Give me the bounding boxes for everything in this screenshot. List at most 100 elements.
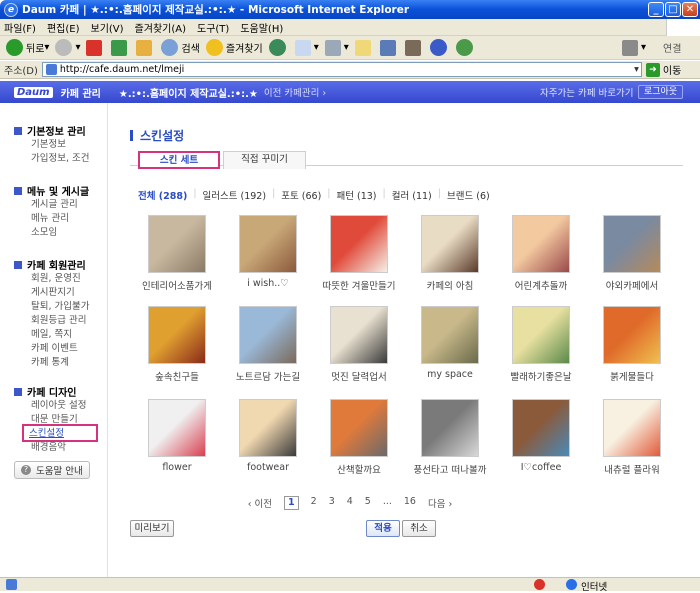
research-button[interactable]	[404, 39, 424, 56]
favorites-button[interactable]: 즐겨찾기	[205, 39, 263, 56]
pager-prev[interactable]: ‹ 이전	[248, 496, 272, 510]
skin-item[interactable]: 산책할까요	[313, 399, 405, 476]
print-button[interactable]: ▾	[324, 39, 349, 56]
skin-item[interactable]: 야외카페에서	[586, 215, 678, 292]
category-brand[interactable]: 브랜드 (6)	[447, 188, 490, 202]
home-button[interactable]	[136, 39, 155, 56]
cancel-button[interactable]: 취소	[402, 520, 436, 537]
skin-thumbnail[interactable]	[148, 215, 206, 273]
help-button[interactable]: ? 도움말 안내	[14, 461, 90, 479]
links-label[interactable]: 연결	[663, 40, 681, 55]
skin-item[interactable]: 풍선타고 떠나볼까	[404, 399, 496, 476]
skin-thumbnail[interactable]	[512, 399, 570, 457]
category-pattern[interactable]: 패턴 (13)	[337, 188, 377, 202]
skin-item[interactable]: 카페의 아침	[404, 215, 496, 292]
skin-thumbnail[interactable]	[148, 399, 206, 457]
skin-item[interactable]: 멋진 달력업서	[313, 306, 405, 383]
skin-thumbnail[interactable]	[512, 215, 570, 273]
sidebar-item[interactable]: 카페 이벤트	[14, 342, 89, 356]
sidebar-item[interactable]: 소모임	[14, 226, 89, 240]
skin-item[interactable]: I♡coffee	[495, 399, 587, 473]
skin-item[interactable]: 내츄럴 플라워	[586, 399, 678, 476]
forward-button[interactable]: ▾	[55, 39, 80, 56]
skin-thumbnail[interactable]	[330, 306, 388, 364]
logout-button[interactable]: 로그아웃	[638, 85, 684, 99]
address-dropdown-icon[interactable]: ▾	[634, 64, 639, 75]
skin-thumbnail[interactable]	[239, 306, 297, 364]
history-button[interactable]	[268, 39, 289, 56]
skin-item[interactable]: 빨래하기좋은날	[495, 306, 587, 383]
back-button[interactable]: 뒤로 ▾	[6, 39, 49, 56]
close-button[interactable]: ✕	[682, 2, 698, 17]
skin-thumbnail[interactable]	[330, 215, 388, 273]
fav-cafe-dropdown[interactable]: 자주가는 카페 바로가기 ⌄	[540, 85, 644, 99]
pager-page[interactable]: 5	[365, 496, 371, 510]
skin-thumbnail[interactable]	[148, 306, 206, 364]
skin-thumbnail[interactable]	[330, 399, 388, 457]
sidebar-item[interactable]: 카페 통계	[14, 356, 89, 370]
skin-thumbnail[interactable]	[603, 399, 661, 457]
tab-custom[interactable]: 직접 꾸미기	[223, 151, 306, 169]
skin-thumbnail[interactable]	[239, 399, 297, 457]
sidebar-item[interactable]: 메뉴 관리	[14, 212, 89, 226]
skin-item[interactable]: 노트르담 가는길	[222, 306, 314, 383]
skin-thumbnail[interactable]	[603, 215, 661, 273]
address-input[interactable]: http://cafe.daum.net/lmeji ▾	[41, 62, 642, 77]
discuss-button[interactable]	[379, 39, 399, 56]
sidebar-item[interactable]: 회원, 운영진	[14, 272, 89, 286]
pager-page[interactable]: 16	[404, 496, 416, 510]
pager-next[interactable]: 다음 ›	[428, 496, 452, 510]
sidebar-item[interactable]: 기본정보	[14, 138, 89, 152]
edit-button[interactable]	[354, 39, 374, 56]
menu-edit[interactable]: 편집(E)	[47, 20, 80, 35]
skin-item[interactable]: 따뜻한 겨울만들기	[313, 215, 405, 292]
settings-dropdown[interactable]: ▾	[622, 39, 646, 56]
maximize-button[interactable]: □	[665, 2, 681, 17]
category-all[interactable]: 전체 (288)	[138, 188, 187, 202]
category-photo[interactable]: 포토 (66)	[281, 188, 321, 202]
sidebar-item[interactable]: 배경음악	[14, 441, 99, 455]
category-illust[interactable]: 일러스트 (192)	[203, 188, 267, 202]
skin-item[interactable]: footwear	[222, 399, 314, 473]
skin-item[interactable]: my space	[404, 306, 496, 380]
skin-thumbnail[interactable]	[512, 306, 570, 364]
pager-page[interactable]: 2	[311, 496, 317, 510]
apply-button[interactable]: 적용	[366, 520, 400, 537]
contacts-button[interactable]	[455, 39, 476, 56]
sidebar-item[interactable]: 탈퇴, 가입불가	[14, 300, 89, 314]
cafe-name[interactable]: ★.:•:.홈페이지 제작교실.:•:.★	[119, 85, 258, 100]
sidebar-item[interactable]: 게시판지기	[14, 286, 89, 300]
refresh-button[interactable]	[111, 39, 130, 56]
sidebar-item[interactable]: 게시글 관리	[14, 198, 89, 212]
sidebar-item[interactable]: 레이아웃 설정	[14, 399, 99, 413]
pager-page[interactable]: 4	[347, 496, 353, 510]
skin-thumbnail[interactable]	[421, 399, 479, 457]
skin-item[interactable]: 인테리어소품가게	[131, 215, 223, 292]
messenger-button[interactable]	[429, 39, 450, 56]
sidebar-item[interactable]: 회원등급 관리	[14, 314, 89, 328]
sidebar-item[interactable]: 메일, 쪽지	[14, 328, 89, 342]
skin-item[interactable]: 숲속친구들	[131, 306, 223, 383]
menu-file[interactable]: 파일(F)	[4, 20, 36, 35]
cafe-mgmt-title[interactable]: 카페 관리	[61, 85, 101, 100]
preview-button[interactable]: 미리보기	[130, 520, 174, 537]
menu-help[interactable]: 도움말(H)	[240, 20, 283, 35]
stop-button[interactable]	[86, 39, 105, 56]
menu-view[interactable]: 보기(V)	[91, 20, 124, 35]
pager-page[interactable]: 3	[329, 496, 335, 510]
skin-thumbnail[interactable]	[239, 215, 297, 273]
search-button[interactable]: 검색	[161, 39, 200, 56]
skin-item[interactable]: 어린계추돌까	[495, 215, 587, 292]
pager-page[interactable]: 1	[284, 496, 299, 510]
daum-logo[interactable]: Daum	[14, 86, 53, 98]
skin-item[interactable]: 붉게물들다	[586, 306, 678, 383]
sidebar-item[interactable]: 가입정보, 조건	[14, 152, 89, 166]
minimize-button[interactable]: _	[648, 2, 664, 17]
mail-button[interactable]: ▾	[294, 39, 319, 56]
tab-skin-set[interactable]: 스킨 세트	[138, 151, 220, 169]
skin-thumbnail[interactable]	[421, 306, 479, 364]
go-button[interactable]: ➜ 이동	[645, 62, 681, 77]
skin-thumbnail[interactable]	[603, 306, 661, 364]
skin-thumbnail[interactable]	[421, 215, 479, 273]
skin-item[interactable]: i wish..♡	[222, 215, 314, 289]
